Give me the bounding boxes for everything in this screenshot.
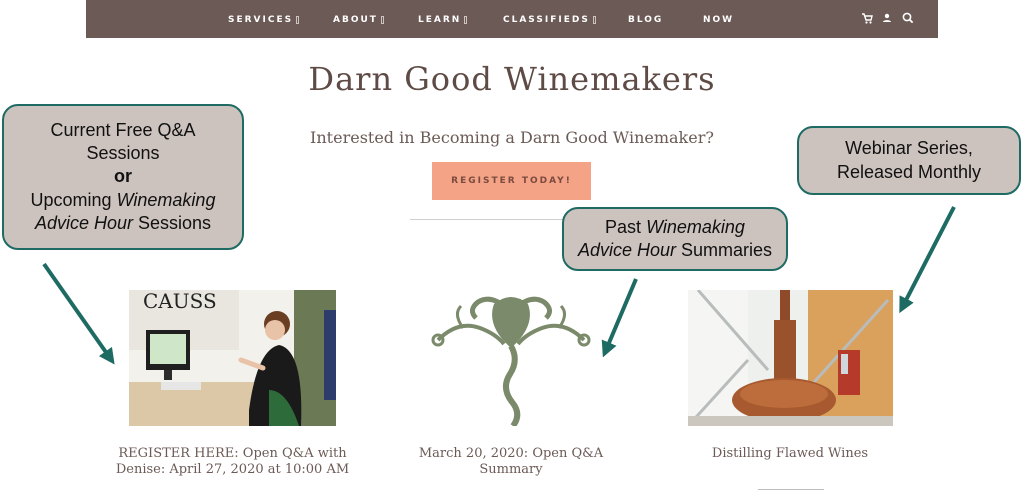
callout-webinar-series: Webinar Series, Released Monthly <box>797 126 1021 195</box>
card-caption-register-qa[interactable]: REGISTER HERE: Open Q&A with Denise: Apr… <box>100 446 365 479</box>
callout-emphasis: Winemaking <box>116 189 216 210</box>
callout-emphasis: Advice Hour <box>34 212 133 233</box>
arrow-to-qa-photo <box>42 262 115 365</box>
nav-now[interactable]: NOW <box>703 13 734 27</box>
qa-session-photo[interactable]: CAUSS <box>129 290 336 426</box>
callout-text: Past <box>605 216 647 237</box>
cart-icon[interactable] <box>861 10 875 26</box>
callout-line: Advice Hour Summaries <box>564 239 786 262</box>
copper-still-photo[interactable] <box>688 290 893 426</box>
nav-about-label: ABOUT <box>333 15 378 25</box>
callout-line: Upcoming Winemaking <box>4 189 242 212</box>
site-title: Darn Good Winemakers <box>308 60 716 98</box>
dropdown-caret-icon <box>296 16 300 24</box>
nav-learn[interactable]: LEARN <box>418 13 468 27</box>
dropdown-caret-icon <box>464 16 468 24</box>
nav-now-label: NOW <box>703 15 735 25</box>
svg-text:CAUSS: CAUSS <box>143 290 217 313</box>
callout-line: Past Winemaking <box>564 216 786 239</box>
card-caption-qa-summary[interactable]: March 20, 2020: Open Q&A Summary <box>400 446 622 479</box>
callout-text: Sessions <box>133 212 212 233</box>
nav-about[interactable]: ABOUT <box>333 13 384 27</box>
nav-blog[interactable]: BLOG <box>628 13 663 27</box>
nav-services[interactable]: SERVICES <box>228 13 300 27</box>
nav-learn-label: LEARN <box>418 15 462 25</box>
callout-free-qa-sessions: Current Free Q&A Sessions or Upcoming Wi… <box>2 104 244 250</box>
callout-line: or <box>114 166 132 187</box>
search-icon[interactable] <box>901 10 915 26</box>
callout-line: Advice Hour Sessions <box>4 212 242 235</box>
callout-text: Summaries <box>676 240 773 260</box>
arrow-to-vine-image <box>601 278 638 358</box>
callout-line: Released Monthly <box>836 161 982 182</box>
nav-blog-label: BLOG <box>628 15 664 25</box>
callout-line: Sessions <box>86 143 160 164</box>
arrow-to-still-photo <box>899 206 956 314</box>
callout-emphasis: Advice Hour <box>577 240 676 260</box>
callout-past-summaries: Past Winemaking Advice Hour Summaries <box>562 207 788 271</box>
nav-services-label: SERVICES <box>228 15 294 25</box>
nav-classifieds-label: CLASSIFIEDS <box>503 15 590 25</box>
nav-classifieds[interactable]: CLASSIFIEDS <box>503 13 596 27</box>
card-caption-distilling[interactable]: Distilling Flawed Wines <box>680 446 900 462</box>
callout-line: Current Free Q&A <box>50 120 196 141</box>
user-icon[interactable] <box>882 10 896 26</box>
dropdown-caret-icon <box>380 16 384 24</box>
vine-ornament-image[interactable] <box>418 288 604 426</box>
section-divider <box>758 489 824 490</box>
register-today-button[interactable]: REGISTER TODAY! <box>432 162 591 200</box>
dropdown-caret-icon <box>592 16 596 24</box>
callout-text: Upcoming <box>30 189 117 210</box>
callout-line: Webinar Series, <box>845 138 973 159</box>
callout-emphasis: Winemaking <box>646 216 745 237</box>
